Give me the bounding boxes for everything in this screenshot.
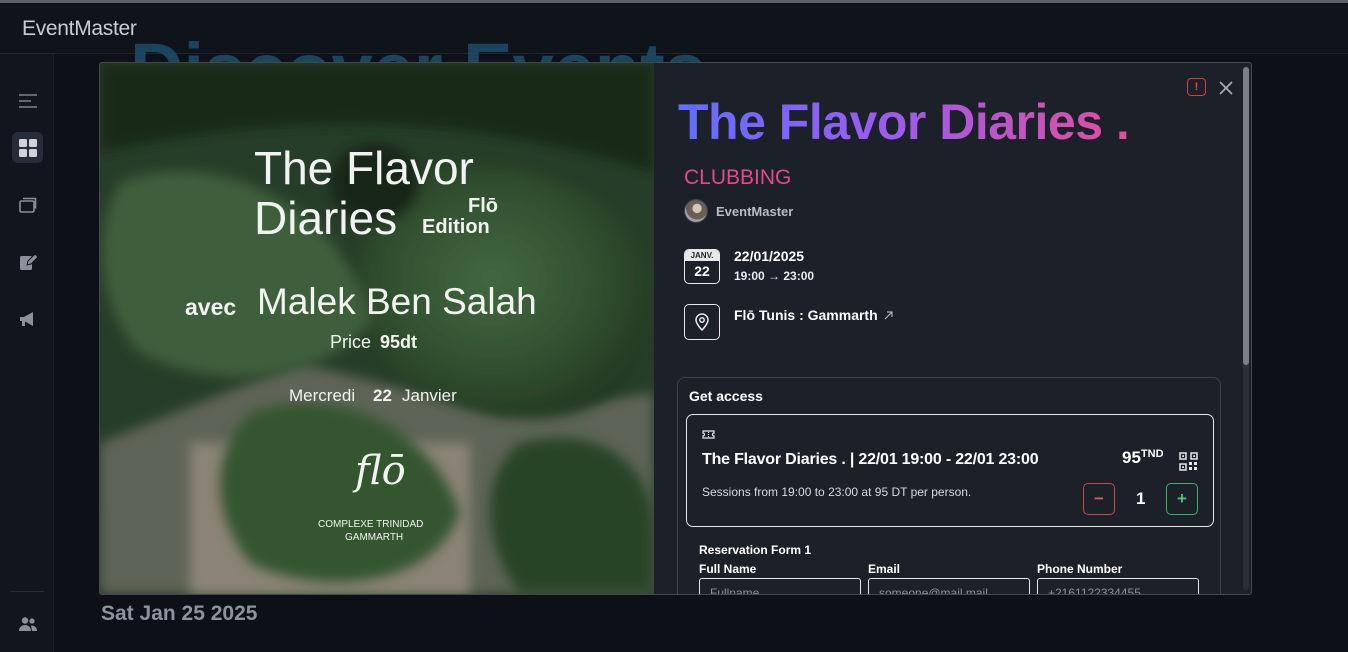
email-label: Email <box>868 562 901 576</box>
calendar-day: 22 <box>694 263 710 279</box>
poster-artist: Malek Ben Salah <box>257 281 537 322</box>
poster-logo: flō <box>355 448 406 494</box>
sidebar <box>0 54 54 652</box>
ticket-icon <box>702 426 715 444</box>
ticket-name: The Flavor Diaries . | 22/01 19:00 - 22/… <box>702 451 1039 468</box>
app-brand[interactable]: EventMaster <box>22 17 137 41</box>
users-icon[interactable] <box>12 608 43 639</box>
external-link-icon <box>884 307 893 323</box>
fullname-field[interactable] <box>699 578 861 594</box>
fullname-label: Full Name <box>699 562 757 576</box>
poster-price-label: Price <box>330 332 372 352</box>
get-access-heading: Get access <box>689 388 763 404</box>
poster-title-line1: The Flavor <box>254 142 474 194</box>
event-details-panel: The Flavor Diaries . CLUBBING EventMaste… <box>654 63 1251 594</box>
get-access-section: Get access The Flavor Diaries . | 22/01 … <box>677 377 1221 594</box>
poster-edition-label: Edition <box>422 216 490 238</box>
sidebar-divider <box>10 591 44 592</box>
poster-with-label: avec <box>185 294 237 320</box>
event-poster: The Flavor Diaries Flō Edition avec Male… <box>100 63 654 594</box>
poster-venue-line1: COMPLEXE TRINIDAD <box>318 519 424 530</box>
poster-date-month: Janvier <box>402 386 457 405</box>
menu-icon[interactable] <box>12 85 43 116</box>
qr-icon[interactable] <box>1179 452 1198 476</box>
ticket-currency: TND <box>1140 448 1164 460</box>
poster-venue-line2: GAMMARTH <box>345 532 404 543</box>
ticket-description: Sessions from 19:00 to 23:00 at 95 DT pe… <box>702 485 972 499</box>
poster-edition-brand: Flō <box>468 195 498 217</box>
date-heading: Sat Jan 25 2025 <box>101 602 258 625</box>
scrollbar-thumb[interactable] <box>1243 67 1249 365</box>
ticket-card: The Flavor Diaries . | 22/01 19:00 - 22/… <box>686 414 1214 527</box>
calendar-month: JANV. <box>685 250 719 261</box>
organizer-name: EventMaster <box>716 203 794 219</box>
poster-date-prefix: Mercredi <box>289 386 356 405</box>
dashboard-icon[interactable] <box>12 132 43 163</box>
ticket-price-value: 95 <box>1122 448 1141 467</box>
modal-scrollbar[interactable] <box>1243 67 1249 590</box>
event-date: 22/01/2025 <box>734 248 805 264</box>
avatar <box>684 199 708 223</box>
poster-date-day: 22 <box>373 386 392 405</box>
ticket-quantity: 1 <box>1136 489 1146 508</box>
phone-field[interactable] <box>1037 578 1199 594</box>
organizer[interactable]: EventMaster <box>684 199 793 223</box>
email-field[interactable] <box>868 578 1030 594</box>
increase-quantity-button[interactable]: + <box>1166 483 1198 515</box>
event-time: 19:00 → 23:00 <box>734 269 815 283</box>
decrease-quantity-button[interactable]: − <box>1083 483 1115 515</box>
event-venue[interactable]: Flō Tunis : Gammarth <box>734 307 893 323</box>
event-title: The Flavor Diaries . <box>678 94 1130 150</box>
megaphone-icon[interactable] <box>12 303 43 334</box>
location-pin-icon <box>684 304 720 340</box>
report-button[interactable]: ! <box>1187 78 1206 96</box>
ticket-price: 95TND <box>1122 448 1164 468</box>
poster-title-line2: Diaries <box>254 192 398 244</box>
close-icon[interactable] <box>1217 79 1235 97</box>
events-icon[interactable] <box>12 189 43 220</box>
calendar-icon: JANV. 22 <box>684 249 720 284</box>
event-modal: The Flavor Diaries Flō Edition avec Male… <box>99 62 1252 595</box>
venue-name: Flō Tunis : Gammarth <box>734 307 878 323</box>
poster-price-value: 95dt <box>380 332 418 352</box>
event-category[interactable]: CLUBBING <box>684 166 791 190</box>
edit-icon[interactable] <box>12 246 43 277</box>
reservation-form-heading: Reservation Form 1 <box>699 543 812 557</box>
phone-label: Phone Number <box>1037 562 1123 576</box>
